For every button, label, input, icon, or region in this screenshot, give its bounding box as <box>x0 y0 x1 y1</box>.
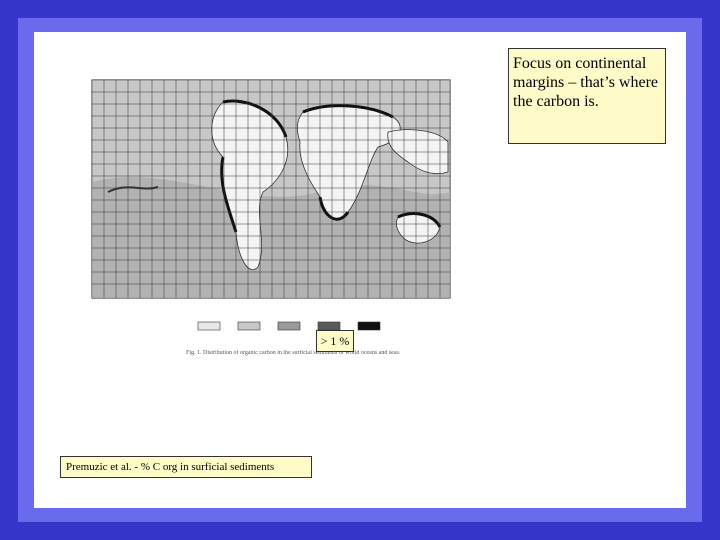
callout-note: Focus on continental margins – that’s wh… <box>508 48 666 144</box>
figure-caption: Fig. 1. Distribution of organic carbon i… <box>186 350 401 356</box>
legend-callout: > 1 % <box>316 330 354 352</box>
world-map-figure <box>48 42 468 332</box>
source-citation: Premuzic et al. - % C org in surficial s… <box>60 456 312 478</box>
